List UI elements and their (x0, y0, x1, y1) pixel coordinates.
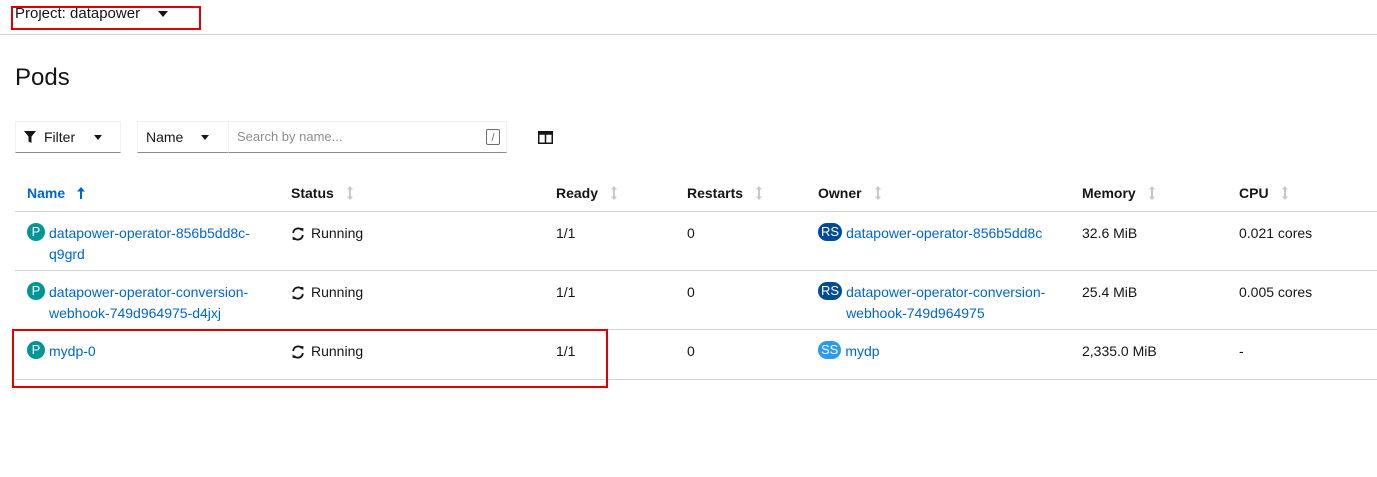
columns-icon (538, 131, 553, 144)
status-text: Running (311, 225, 364, 241)
cpu-cell: 0.021 cores (1239, 225, 1313, 241)
column-header-cpu[interactable]: CPU (1239, 185, 1289, 201)
sort-ascending-icon (77, 187, 86, 199)
pod-name-cell: P datapower-operator-856b5dd8c-q9grd (27, 223, 250, 265)
replicaset-badge: RS (818, 223, 843, 241)
sync-icon (292, 227, 304, 240)
table-row: P datapower-operator-conversion-webhook-… (15, 271, 1377, 330)
filter-type-select[interactable]: Name (137, 121, 229, 153)
project-bar: Project: datapower (0, 0, 1377, 35)
owner-link[interactable]: datapower-operator-856b5dd8c (846, 223, 1042, 244)
pod-name-link[interactable]: datapower-operator-856b5dd8c-q9grd (49, 223, 250, 265)
pod-name-line2: q9grd (49, 246, 85, 262)
sort-icon (874, 186, 881, 200)
status-text: Running (311, 284, 364, 300)
column-label: CPU (1239, 185, 1269, 201)
column-label: Owner (818, 185, 862, 201)
column-label: Ready (556, 185, 599, 201)
table-header: Name Status Ready Restarts Owner Memory … (15, 174, 1377, 212)
column-label: Memory (1082, 185, 1136, 201)
ready-cell: 1/1 (556, 284, 576, 300)
project-selector-label: Project: datapower (15, 5, 141, 22)
owner-line1: datapower-operator-conversion- (846, 284, 1046, 300)
ready-cell: 1/1 (556, 225, 576, 241)
sync-icon (292, 345, 304, 358)
column-header-owner[interactable]: Owner (818, 185, 882, 201)
column-header-name[interactable]: Name (27, 185, 86, 201)
project-selector-dropdown[interactable]: Project: datapower (15, 5, 169, 22)
sort-icon (756, 186, 763, 200)
pod-name-link[interactable]: mydp-0 (49, 341, 96, 362)
cpu-cell: 0.005 cores (1239, 284, 1313, 300)
sort-icon (1148, 186, 1155, 200)
column-header-ready[interactable]: Ready (556, 185, 618, 201)
owner-cell: SS mydp (818, 341, 880, 362)
owner-link[interactable]: mydp (845, 341, 879, 362)
column-label: Name (27, 185, 66, 201)
replicaset-badge: RS (818, 282, 843, 300)
column-header-restarts[interactable]: Restarts (687, 185, 763, 201)
pod-badge: P (27, 341, 45, 359)
status-cell: Running (291, 282, 363, 303)
column-label: Restarts (687, 185, 744, 201)
owner-link[interactable]: datapower-operator-conversion-webhook-74… (846, 282, 1045, 324)
table-row: P mydp-0 Running 1/1 0 SS mydp 2,335.0 M… (15, 330, 1377, 380)
search-input[interactable] (229, 122, 485, 150)
owner-line1: mydp (845, 343, 880, 359)
pod-name-line1: mydp-0 (49, 343, 96, 359)
sort-icon (611, 186, 618, 200)
pod-name-cell: P datapower-operator-conversion-webhook-… (27, 282, 248, 324)
pod-badge: P (27, 282, 45, 300)
filter-icon (24, 130, 36, 143)
table-row: P datapower-operator-856b5dd8c-q9grd Run… (15, 212, 1377, 271)
column-header-memory[interactable]: Memory (1082, 185, 1156, 201)
memory-cell: 2,335.0 MiB (1082, 343, 1157, 359)
search-box: / (228, 121, 507, 153)
restarts-cell: 0 (687, 284, 695, 300)
sort-icon (1281, 186, 1288, 200)
pod-name-link[interactable]: datapower-operator-conversion-webhook-74… (49, 282, 248, 324)
filter-label: Filter (44, 129, 76, 145)
caret-down-icon (201, 135, 210, 140)
sync-icon (292, 286, 304, 299)
restarts-cell: 0 (687, 225, 695, 241)
pod-badge: P (27, 223, 45, 241)
status-text: Running (311, 343, 364, 359)
caret-down-icon (94, 135, 103, 140)
caret-down-icon (158, 11, 169, 17)
filter-dropdown-button[interactable]: Filter (15, 121, 121, 153)
status-cell: Running (291, 341, 363, 362)
slash-shortcut-hint: / (486, 129, 500, 145)
pod-name-cell: P mydp-0 (27, 341, 96, 362)
filter-type-label: Name (146, 129, 184, 145)
column-label: Status (291, 185, 334, 201)
owner-line1: datapower-operator-856b5dd8c (846, 225, 1043, 241)
column-header-status[interactable]: Status (291, 185, 354, 201)
owner-cell: RS datapower-operator-856b5dd8c (818, 223, 1042, 244)
pod-name-line2: webhook-749d964975-d4jxj (49, 305, 222, 321)
memory-cell: 32.6 MiB (1082, 225, 1138, 241)
owner-cell: RS datapower-operator-conversion-webhook… (818, 282, 1045, 324)
statefulset-badge: SS (818, 341, 842, 359)
ready-cell: 1/1 (556, 343, 576, 359)
memory-cell: 25.4 MiB (1082, 284, 1138, 300)
pod-name-line1: datapower-operator-conversion- (49, 284, 249, 300)
owner-line2: webhook-749d964975 (846, 305, 985, 321)
sort-icon (346, 186, 353, 200)
restarts-cell: 0 (687, 343, 695, 359)
cpu-cell: - (1239, 343, 1244, 359)
pod-name-line1: datapower-operator-856b5dd8c- (49, 225, 250, 241)
column-management-button[interactable] (538, 131, 553, 149)
status-cell: Running (291, 223, 363, 244)
page-title: Pods (15, 64, 70, 91)
